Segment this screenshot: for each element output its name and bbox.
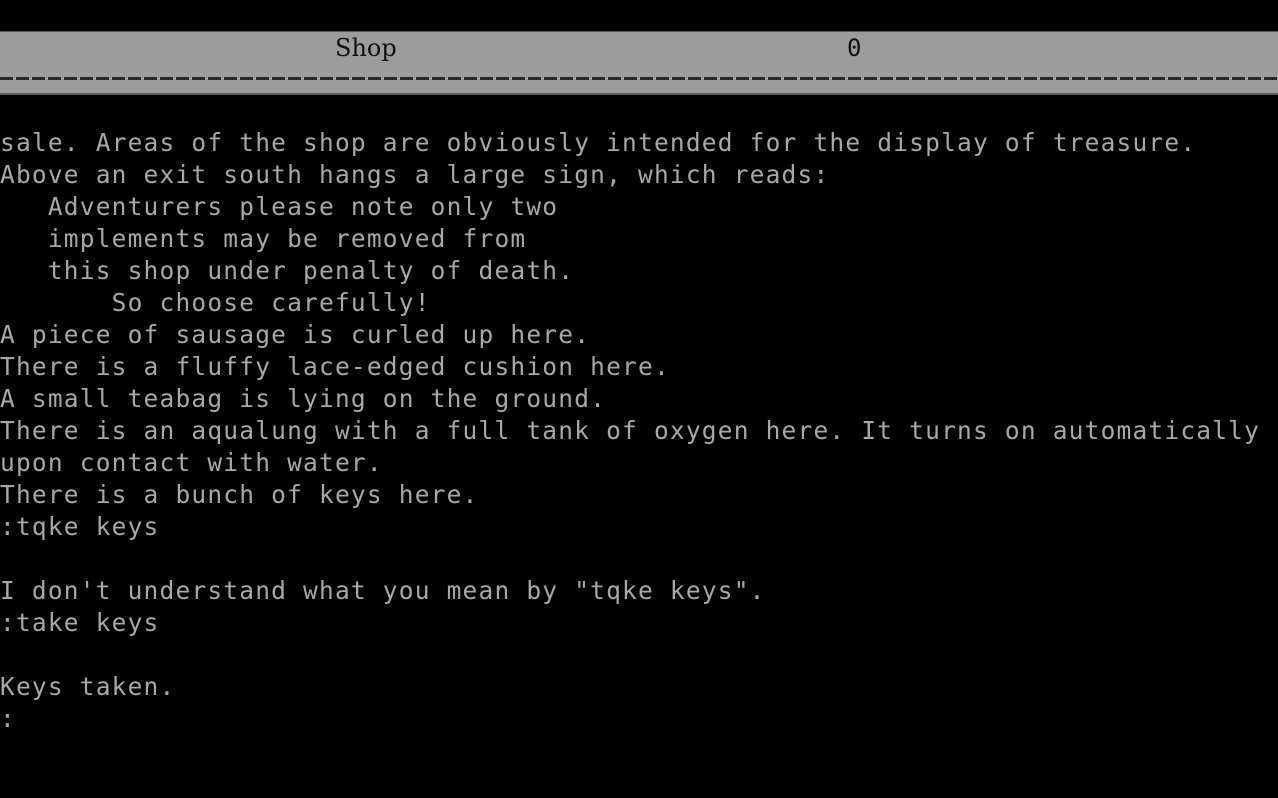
transcript-line: There is an aqualung with a full tank of… [0,416,1261,445]
command-line: :take keys [0,608,160,637]
transcript-line: upon contact with water. [0,448,383,477]
status-divider [0,77,1278,80]
score-value: 0 [847,34,862,62]
transcript-line: A small teabag is lying on the ground. [0,384,607,413]
command-line: :tqke keys [0,512,160,541]
response-line: Keys taken. [0,672,176,701]
transcript-line: So choose carefully! [0,288,431,317]
game-transcript: sale. Areas of the shop are obviously in… [0,127,1278,735]
command-prompt-input[interactable]: : [0,703,1278,735]
transcript-line: this shop under penalty of death. [0,256,575,285]
response-line: I don't understand what you mean by "tqk… [0,576,766,605]
transcript-line: sale. Areas of the shop are obviously in… [0,128,1197,157]
transcript-line: implements may be removed from [0,224,527,253]
location-name: Shop [335,34,397,62]
transcript-line: Adventurers please note only two [0,192,559,221]
status-bar: Shop 0 [0,31,1278,95]
transcript-line: There is a bunch of keys here. [0,480,479,509]
transcript-line: Above an exit south hangs a large sign, … [0,160,830,189]
terminal-screen: Shop 0 sale. Areas of the shop are obvio… [0,0,1278,798]
transcript-line: A piece of sausage is curled up here. [0,320,591,349]
transcript-line: There is a fluffy lace-edged cushion her… [0,352,670,381]
